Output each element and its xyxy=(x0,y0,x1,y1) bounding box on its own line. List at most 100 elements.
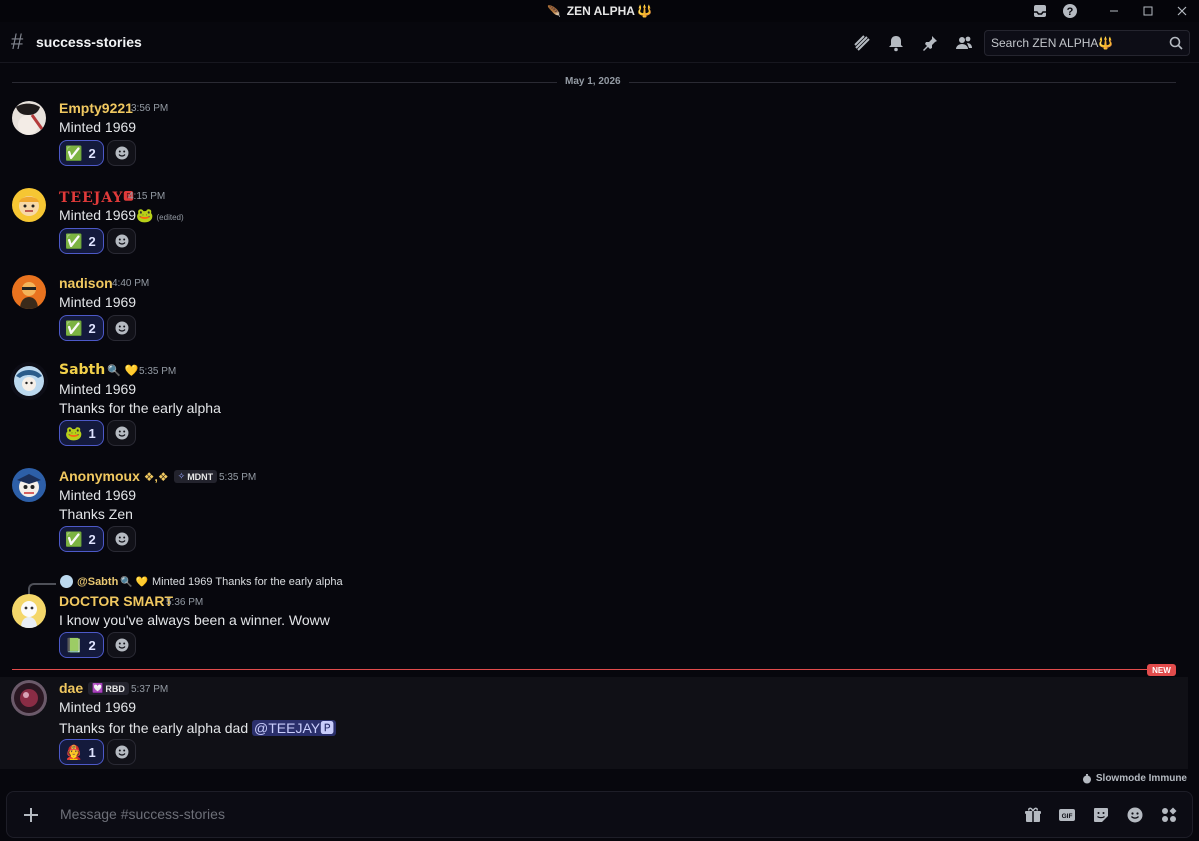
check-mark-emoji: ✅ xyxy=(65,232,83,249)
reaction-count: 2 xyxy=(88,145,96,161)
add-reaction-icon xyxy=(115,426,128,440)
message-text: Minted 1969🐸 (edited) xyxy=(59,207,184,224)
maximize-icon[interactable] xyxy=(1131,0,1165,22)
reaction-count: 2 xyxy=(88,233,96,249)
user-mention[interactable]: @TEEJAY🅿 xyxy=(252,720,337,736)
channel-header: # success-stories xyxy=(0,22,1199,63)
avatar[interactable] xyxy=(12,188,46,222)
stopwatch-icon xyxy=(1082,773,1091,783)
username[interactable]: nadison xyxy=(59,275,113,291)
guild-tag-text: RBD xyxy=(105,683,125,694)
guild-tag-text: MDNT xyxy=(187,471,214,482)
gift-icon[interactable] xyxy=(1022,804,1044,826)
frog-emoji: 🐸 xyxy=(136,207,154,223)
add-reaction-button[interactable] xyxy=(107,140,136,166)
add-reaction-icon xyxy=(115,321,128,335)
avatar[interactable] xyxy=(12,594,46,628)
firefighter-emoji: 🧑‍🚒 xyxy=(65,743,83,760)
sticker-icon[interactable] xyxy=(1090,804,1112,826)
username[interactable]: DOCTOR SMART xyxy=(59,593,173,609)
reaction-count: 2 xyxy=(88,320,96,336)
timestamp: 5:35 PM xyxy=(139,366,177,377)
reaction-button[interactable]: 🐸 1 xyxy=(59,420,104,446)
bell-icon[interactable] xyxy=(885,32,907,54)
timestamp: 5:35 PM xyxy=(219,472,257,483)
avatar[interactable] xyxy=(12,275,46,309)
avatar[interactable] xyxy=(10,362,48,400)
avatar[interactable] xyxy=(12,101,46,135)
username-text: Sabth xyxy=(59,362,106,378)
username[interactable]: TEEJAY🅿 xyxy=(59,188,135,206)
frog-emoji: 🐸 xyxy=(65,424,83,441)
reaction-button[interactable]: ✅ 2 xyxy=(59,140,104,166)
add-reaction-button[interactable] xyxy=(107,632,136,658)
reaction-button[interactable]: 📗 2 xyxy=(59,632,104,658)
message-text: Minted 1969 xyxy=(59,381,137,397)
message-text: Thanks for the early alpha xyxy=(59,400,221,416)
username[interactable]: dae 💟 RBD xyxy=(59,680,129,696)
username-text: dae xyxy=(59,680,84,696)
reaction-button[interactable]: ✅ 2 xyxy=(59,315,104,341)
add-reaction-icon xyxy=(115,745,128,759)
guild-tag-badge: 💟 RBD xyxy=(88,682,129,695)
message-input[interactable] xyxy=(60,806,960,822)
add-reaction-button[interactable] xyxy=(107,228,136,254)
check-mark-emoji: ✅ xyxy=(65,144,83,161)
svg-text:GIF: GIF xyxy=(1062,813,1073,820)
avatar[interactable] xyxy=(12,468,46,502)
new-messages-divider xyxy=(12,669,1176,670)
add-reaction-icon xyxy=(115,234,128,248)
avatar[interactable] xyxy=(10,679,48,717)
threads-icon[interactable] xyxy=(851,32,873,54)
message-composer[interactable]: GIF xyxy=(6,791,1193,838)
timestamp: 4:15 PM xyxy=(128,191,166,202)
sparkle-icon: ✧ xyxy=(177,471,186,481)
reply-author[interactable]: @Sabth 🔍 💛 xyxy=(77,576,148,588)
username[interactable]: Sabth 🔍 💛 xyxy=(59,362,138,378)
reaction-button[interactable]: 🧑‍🚒 1 xyxy=(59,739,104,765)
inbox-icon[interactable] xyxy=(1025,0,1055,22)
reply-avatar xyxy=(60,575,73,588)
plus-icon[interactable] xyxy=(19,803,43,827)
reaction-count: 2 xyxy=(88,531,96,547)
help-icon[interactable]: ? xyxy=(1055,0,1085,22)
reply-text: Minted 1969 Thanks for the early alpha xyxy=(151,575,343,588)
message-text: Minted 1969 xyxy=(59,487,137,503)
search-box[interactable] xyxy=(984,30,1190,56)
username[interactable]: Anonymoux ❖,❖ ✧ MDNT xyxy=(59,468,218,484)
username[interactable]: Empty9221 xyxy=(59,100,133,116)
message-text: I know you've always been a winner. Woww xyxy=(59,612,330,628)
timestamp: 4:40 PM xyxy=(112,278,150,289)
add-reaction-button[interactable] xyxy=(107,526,136,552)
timestamp: 5:36 PM xyxy=(166,597,204,608)
reaction-button[interactable]: ✅ 2 xyxy=(59,526,104,552)
add-reaction-button[interactable] xyxy=(107,739,136,765)
add-reaction-button[interactable] xyxy=(107,315,136,341)
gif-icon[interactable]: GIF xyxy=(1056,804,1078,826)
pin-icon[interactable] xyxy=(919,32,941,54)
server-icon: 🪶 xyxy=(547,5,561,18)
close-icon[interactable] xyxy=(1165,0,1199,22)
search-icon[interactable] xyxy=(1169,36,1183,53)
check-mark-emoji: ✅ xyxy=(65,319,83,336)
message-text: Minted 1969 xyxy=(59,699,137,715)
add-reaction-button[interactable] xyxy=(107,420,136,446)
reaction-button[interactable]: ✅ 2 xyxy=(59,228,104,254)
reply-preview[interactable]: @Sabth 🔍 💛 Minted 1969 Thanks for the ear… xyxy=(60,575,343,588)
reaction-count: 1 xyxy=(88,744,96,760)
username-text: Anonymoux xyxy=(59,468,140,484)
members-icon[interactable] xyxy=(953,32,975,54)
search-input[interactable] xyxy=(991,36,1161,50)
svg-text:?: ? xyxy=(1067,6,1074,18)
hash-icon: # xyxy=(11,29,24,54)
window-title: 🪶 ZEN ALPHA 🔱 xyxy=(0,0,1199,22)
timestamp: 3:56 PM xyxy=(131,103,169,114)
message-text: Minted 1969 xyxy=(59,119,137,135)
add-reaction-icon xyxy=(115,532,128,546)
emoji-icon[interactable] xyxy=(1124,804,1146,826)
message-text: Minted 1969 xyxy=(59,294,137,310)
apps-icon[interactable] xyxy=(1158,804,1180,826)
book-emoji: 📗 xyxy=(65,636,83,653)
message-list: May 1, 2026 Empty9221 3:56 PM Minted 196… xyxy=(0,63,1199,771)
minimize-icon[interactable] xyxy=(1097,0,1131,22)
